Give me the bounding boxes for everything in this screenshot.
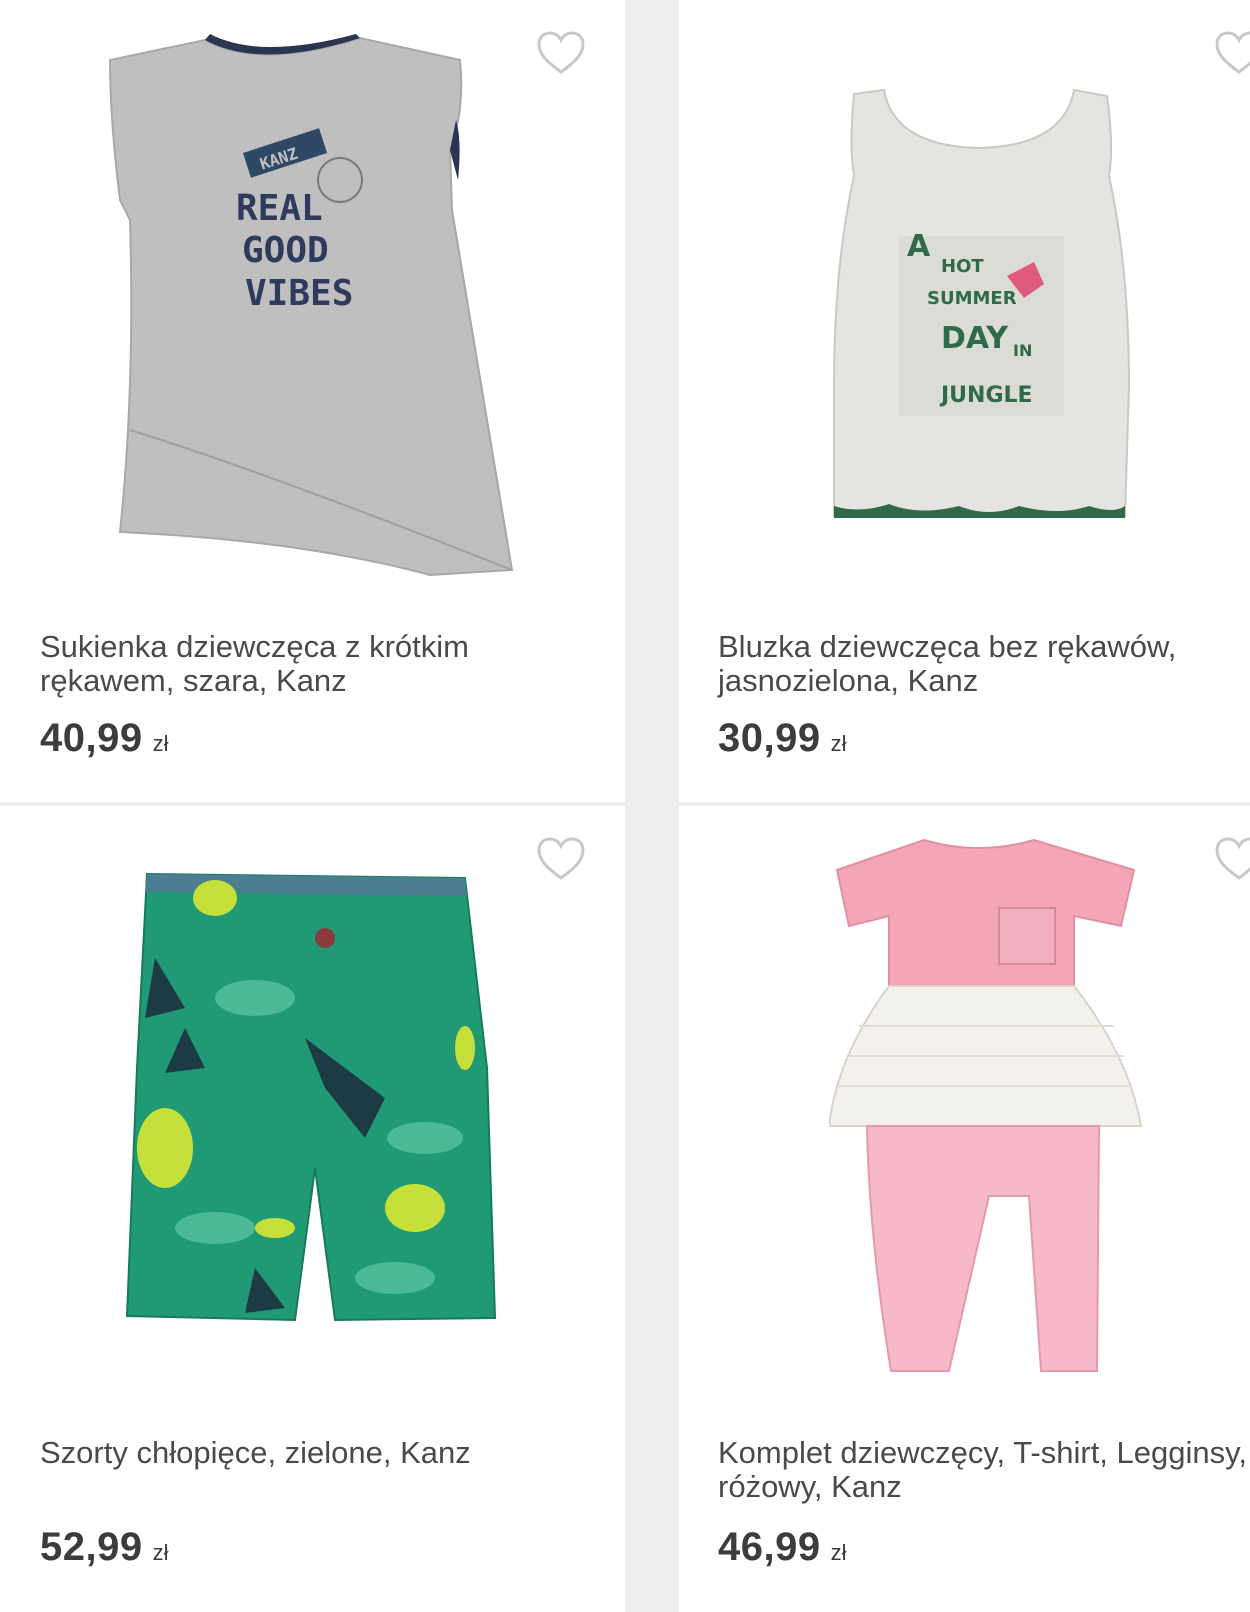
print-summer: SUMMER: [927, 288, 1017, 309]
price-currency: zł: [152, 1540, 169, 1565]
print-good: GOOD: [242, 230, 329, 271]
product-card-tank-top[interactable]: A HOT SUMMER DAY IN JUNGLE Bluzka dziewc…: [679, 0, 1250, 806]
print-in: IN: [1013, 341, 1032, 360]
product-title[interactable]: Szorty chłopięce, zielone, Kanz: [40, 1436, 580, 1470]
print-vibes: VIBES: [245, 273, 353, 314]
favorite-heart-icon[interactable]: [1214, 836, 1250, 882]
product-image-tank-top[interactable]: A HOT SUMMER DAY IN JUNGLE: [829, 86, 1139, 541]
print-day: DAY: [941, 321, 1009, 356]
product-card-pink-set[interactable]: Komplet dziewczęcy, T-shirt, Legginsy, r…: [679, 806, 1250, 1612]
product-image-dress[interactable]: KANZ REAL GOOD VIBES: [100, 30, 530, 600]
favorite-heart-icon[interactable]: [536, 836, 586, 882]
price-value: 52,99: [40, 1525, 143, 1569]
product-image-pink-set[interactable]: [829, 836, 1159, 1376]
price-currency: zł: [830, 1540, 847, 1565]
print-hot: HOT: [941, 256, 984, 277]
price-value: 46,99: [718, 1525, 821, 1569]
price-currency: zł: [152, 731, 169, 756]
product-title[interactable]: Komplet dziewczęcy, T-shirt, Legginsy, r…: [718, 1436, 1248, 1504]
favorite-heart-icon[interactable]: [536, 30, 586, 76]
price-currency: zł: [830, 731, 847, 756]
product-title[interactable]: Bluzka dziewczęca bez rękawów, jasnoziel…: [718, 630, 1248, 698]
product-card-shorts[interactable]: Szorty chłopięce, zielone, Kanz 52,99 zł: [0, 806, 625, 1612]
product-price: 46,99 zł: [718, 1525, 847, 1570]
product-title[interactable]: Sukienka dziewczęca z krótkim rękawem, s…: [40, 630, 580, 698]
product-price: 30,99 zł: [718, 716, 847, 761]
print-jungle: JUNGLE: [939, 383, 1033, 408]
print-real: REAL: [236, 188, 323, 229]
print-a: A: [907, 229, 931, 264]
product-price: 40,99 zł: [40, 716, 169, 761]
favorite-heart-icon[interactable]: [1214, 30, 1250, 76]
product-price: 52,99 zł: [40, 1525, 169, 1570]
price-value: 40,99: [40, 716, 143, 760]
row-divider: [0, 802, 1250, 806]
product-card-dress[interactable]: KANZ REAL GOOD VIBES Sukienka dziewczęca…: [0, 0, 625, 806]
price-value: 30,99: [718, 716, 821, 760]
product-image-shorts[interactable]: [125, 868, 505, 1328]
